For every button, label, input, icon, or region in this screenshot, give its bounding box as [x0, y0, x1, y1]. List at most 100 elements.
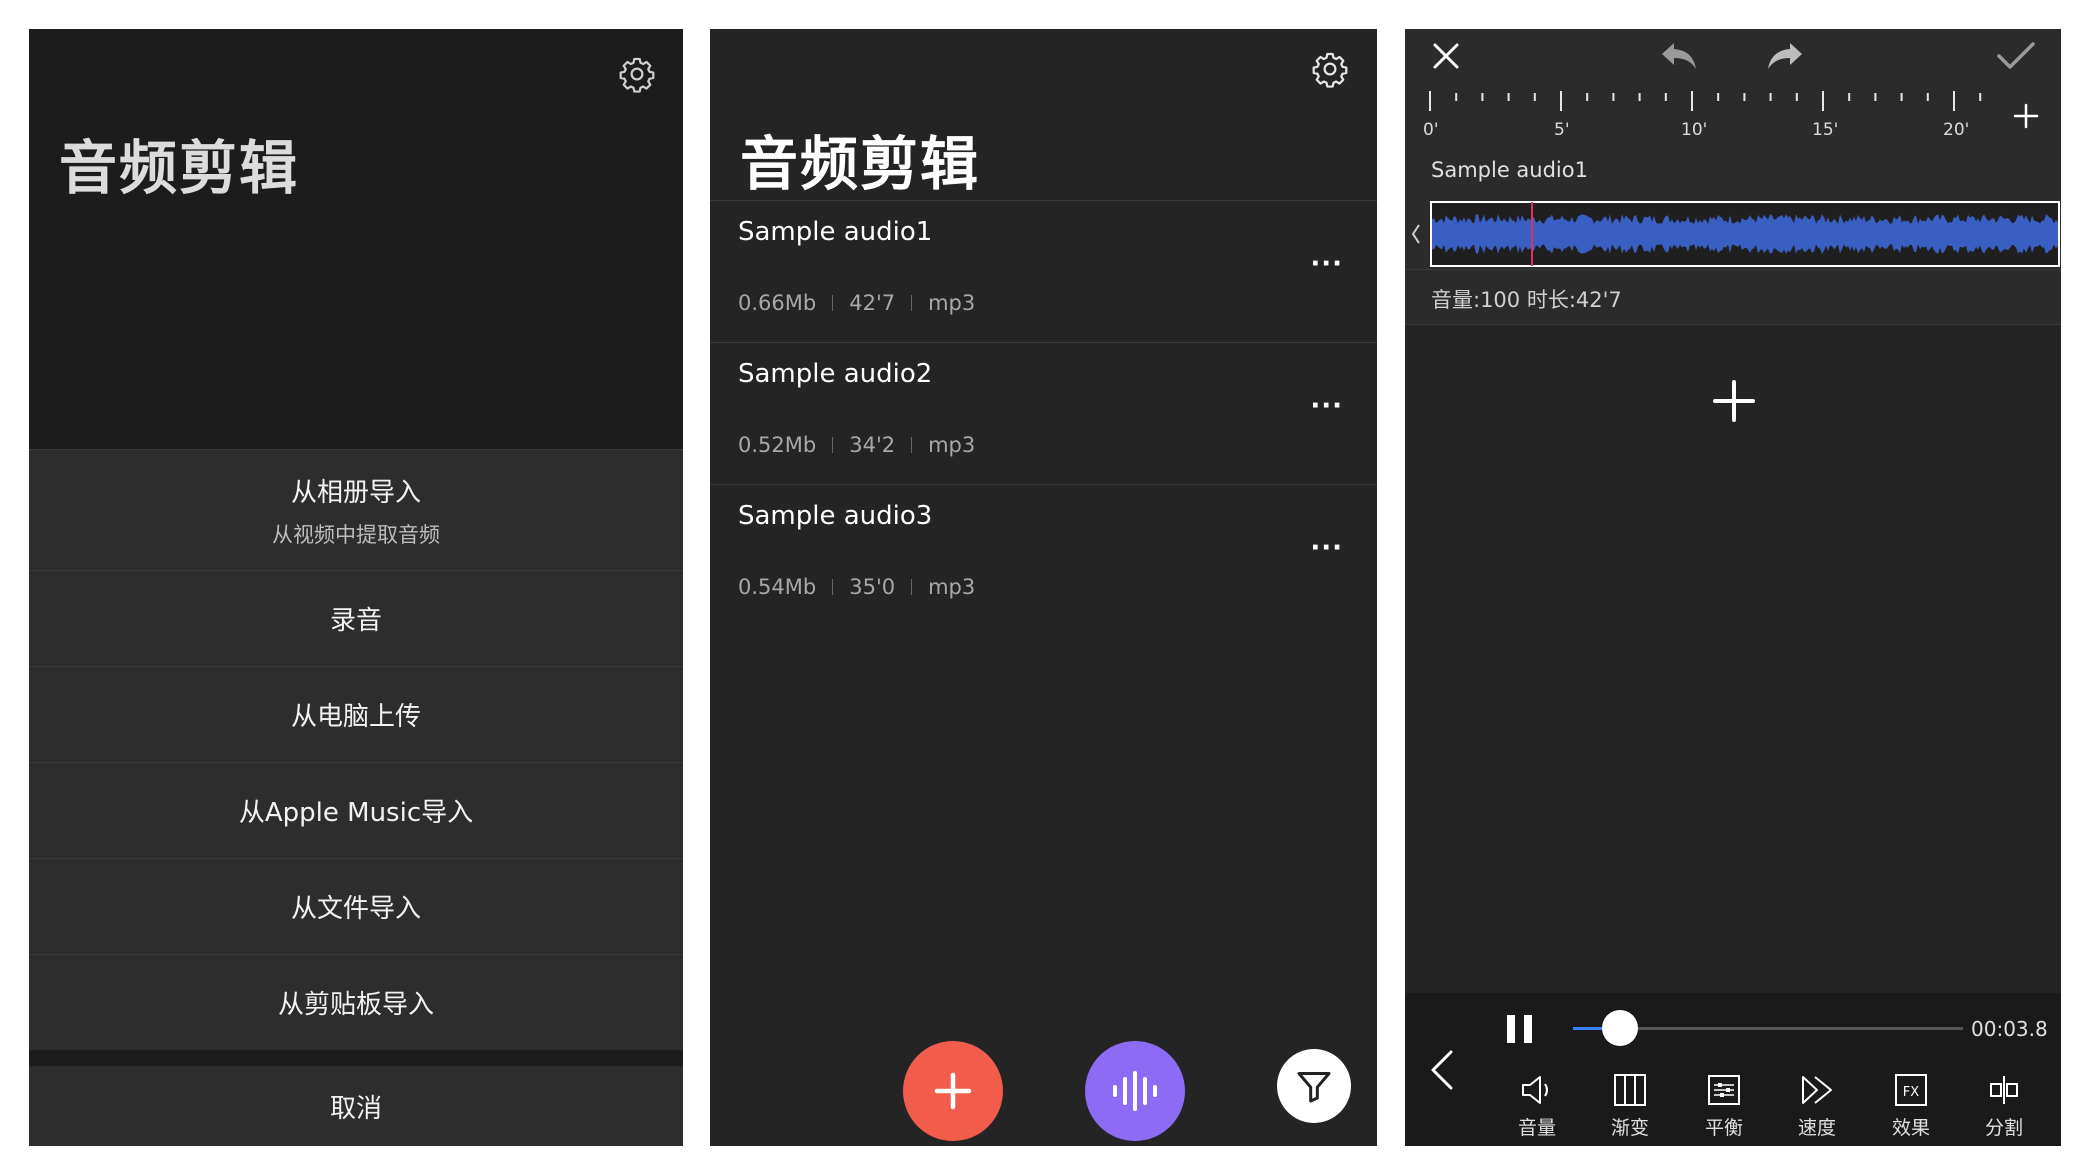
balance-tool[interactable]: 平衡 — [1689, 1073, 1759, 1140]
filter-button[interactable] — [1277, 1049, 1351, 1123]
fade-icon — [1614, 1074, 1646, 1106]
audio-duration: 34'2 — [849, 433, 896, 457]
menu-sublabel: 从视频中提取音频 — [272, 522, 440, 547]
audio-format: mp3 — [928, 433, 976, 457]
audio-meta: 0.66Mb 42'7 mp3 — [738, 291, 975, 315]
audio-meta: 0.54Mb 35'0 mp3 — [738, 575, 975, 599]
header-area: 音频剪辑 — [29, 29, 683, 449]
menu-label: 从文件导入 — [290, 894, 421, 924]
fx-icon: FX — [1895, 1074, 1927, 1106]
import-from-clipboard-item[interactable]: 从剪贴板导入 — [29, 954, 683, 1050]
meta-divider — [832, 295, 834, 311]
waveform-track[interactable] — [1405, 199, 2061, 269]
progress-thumb[interactable] — [1601, 1010, 1638, 1046]
tool-label: 分割 — [1984, 1117, 2023, 1139]
pause-icon[interactable] — [1503, 1013, 1537, 1045]
menu-label: 从相册导入 — [290, 477, 421, 508]
ruler-label: 5' — [1554, 120, 1570, 140]
import-sheet-screen: 音频剪辑 从相册导入 从视频中提取音频 录音 从电脑上传 从Apple Musi… — [29, 29, 683, 1146]
cancel-label: 取消 — [329, 1093, 382, 1124]
audio-name: Sample audio3 — [738, 501, 933, 531]
ruler-label: 10' — [1681, 120, 1708, 140]
split-tool[interactable]: 分割 — [1969, 1073, 2039, 1140]
audio-list-screen: 音频剪辑 Sample audio1 0.66Mb 42'7 mp3 ··· S… — [710, 29, 1377, 1146]
waveform-icon — [1113, 1071, 1157, 1111]
record-button[interactable] — [1085, 1041, 1185, 1141]
audio-list-item[interactable]: Sample audio2 0.52Mb 34'2 mp3 ··· — [710, 342, 1377, 485]
volume-icon — [1522, 1076, 1548, 1104]
record-item[interactable]: 录音 — [29, 570, 683, 666]
filter-icon — [1297, 1072, 1331, 1103]
gear-icon[interactable] — [1311, 50, 1349, 88]
tool-label: 渐变 — [1610, 1117, 1649, 1139]
cancel-button[interactable]: 取消 — [29, 1066, 683, 1146]
track-header: Sample audio1 — [1405, 144, 2061, 199]
add-audio-button[interactable] — [903, 1041, 1003, 1141]
divider — [29, 1050, 683, 1066]
import-from-apple-music-item[interactable]: 从Apple Music导入 — [29, 762, 683, 858]
back-icon[interactable] — [1429, 1049, 1455, 1091]
redo-icon[interactable] — [1764, 39, 1806, 73]
audio-size: 0.54Mb — [738, 575, 817, 599]
close-icon[interactable] — [1431, 41, 1461, 71]
meta-divider — [832, 437, 834, 453]
page-title: 音频剪辑 — [740, 130, 981, 198]
audio-list-item[interactable]: Sample audio3 0.54Mb 35'0 mp3 ··· — [710, 484, 1377, 627]
editor-toolbar: 0' 5' 10' 15' 20' — [1405, 29, 2061, 144]
gear-icon[interactable] — [618, 55, 656, 93]
menu-label: 从剪贴板导入 — [277, 990, 434, 1020]
meta-divider — [911, 437, 913, 453]
tool-label: 平衡 — [1704, 1117, 1743, 1139]
plus-icon — [934, 1072, 972, 1110]
fade-tool[interactable]: 渐变 — [1595, 1073, 1665, 1140]
more-options-button[interactable]: ··· — [1310, 533, 1343, 563]
more-options-button[interactable]: ··· — [1310, 391, 1343, 421]
audio-size: 0.52Mb — [738, 433, 817, 457]
effects-tool[interactable]: FX 效果 — [1876, 1073, 1946, 1140]
audio-duration: 42'7 — [849, 291, 896, 315]
waveform[interactable] — [1405, 199, 2061, 269]
menu-label: 录音 — [329, 606, 382, 636]
ruler-label: 15' — [1812, 120, 1839, 140]
undo-icon[interactable] — [1658, 39, 1700, 73]
speed-icon — [1802, 1076, 1832, 1104]
audio-duration: 35'0 — [849, 575, 896, 599]
audio-format: mp3 — [928, 575, 976, 599]
meta-divider — [911, 579, 913, 595]
import-from-files-item[interactable]: 从文件导入 — [29, 858, 683, 954]
add-track-icon[interactable] — [1712, 379, 1756, 423]
audio-list-item[interactable]: Sample audio1 0.66Mb 42'7 mp3 ··· — [710, 200, 1377, 343]
track-name: Sample audio1 — [1431, 158, 1588, 182]
progress-slider[interactable] — [1573, 1010, 1963, 1046]
ruler-label: 0' — [1423, 120, 1439, 140]
tool-label: 效果 — [1891, 1117, 1930, 1139]
tool-label: 音量 — [1517, 1117, 1556, 1139]
upload-from-computer-item[interactable]: 从电脑上传 — [29, 666, 683, 762]
volume-duration-text: 音量:100 时长:42'7 — [1431, 288, 1622, 312]
audio-format: mp3 — [928, 291, 976, 315]
audio-meta: 0.52Mb 34'2 mp3 — [738, 433, 975, 457]
more-options-button[interactable]: ··· — [1310, 249, 1343, 279]
ruler-label: 20' — [1943, 120, 1970, 140]
page-title: 音频剪辑 — [59, 134, 300, 202]
chevron-left-icon[interactable] — [1409, 219, 1423, 249]
import-from-album-item[interactable]: 从相册导入 从视频中提取音频 — [29, 449, 683, 570]
track-info: 音量:100 时长:42'7 — [1405, 269, 2061, 325]
fx-text: FX — [1903, 1085, 1919, 1100]
volume-tool[interactable]: 音量 — [1502, 1073, 1572, 1140]
balance-icon — [1708, 1075, 1740, 1105]
speed-tool[interactable]: 速度 — [1782, 1073, 1852, 1140]
menu-label: 从Apple Music导入 — [238, 798, 474, 828]
checkmark-icon[interactable] — [1996, 41, 2036, 71]
audio-name: Sample audio2 — [738, 359, 933, 389]
audio-name: Sample audio1 — [738, 217, 933, 247]
menu-label: 从电脑上传 — [290, 702, 421, 732]
tool-label: 速度 — [1797, 1117, 1836, 1139]
timeline-ruler — [1429, 91, 1982, 111]
editor-screen: 0' 5' 10' 15' 20' Sample audio1 音量:100 时… — [1405, 29, 2061, 1146]
meta-divider — [832, 579, 834, 595]
meta-divider — [911, 295, 913, 311]
playback-time: 00:03.8 — [1971, 1017, 2048, 1041]
add-icon[interactable] — [2013, 103, 2039, 129]
audio-size: 0.66Mb — [738, 291, 817, 315]
